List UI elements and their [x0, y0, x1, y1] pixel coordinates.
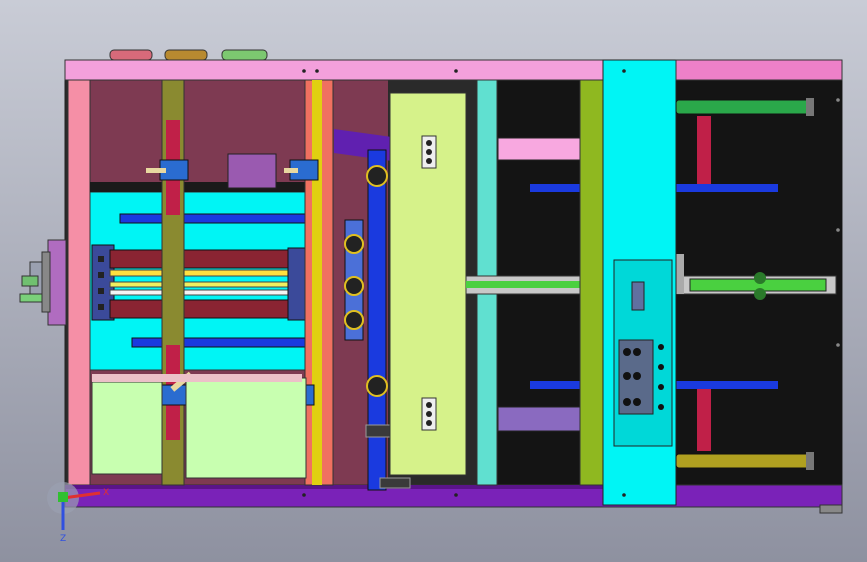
left-frame-rail	[67, 79, 91, 486]
right-upper-blue-bar	[530, 184, 580, 192]
upper-blue-rail	[119, 213, 321, 224]
lower-left-mint-panel	[91, 381, 163, 475]
left-motor-assembly	[19, 239, 67, 326]
olive-guide-column	[579, 79, 604, 486]
horizontal-shaft-assembly	[91, 244, 311, 321]
machine-assembly-drawing[interactable]: X Z	[0, 0, 867, 562]
top-mounting-pads	[109, 49, 268, 61]
z-axis-label: Z	[60, 534, 66, 544]
upper-pink-plate	[497, 137, 581, 161]
lower-purple-plate	[497, 406, 581, 432]
lower-mid-mint-panel	[185, 377, 307, 479]
top-mount-block	[227, 153, 277, 189]
x-axis-label: X	[103, 488, 109, 498]
control-slot	[631, 281, 645, 311]
cad-viewport[interactable]: X Z	[0, 0, 867, 562]
lower-blue-rail	[131, 337, 319, 348]
right-lower-blue-bar	[530, 381, 580, 389]
